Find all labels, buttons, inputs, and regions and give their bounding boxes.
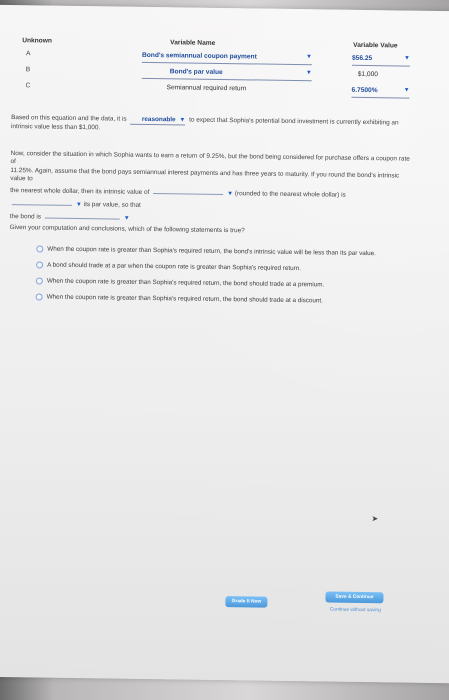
par-value-label: Bond's par value bbox=[169, 68, 223, 76]
assignment-page: Unknown Variable Name Variable Value A B… bbox=[0, 4, 449, 684]
conclusion-text-before: Based on this equation and the data, it … bbox=[11, 114, 127, 123]
comparison-dropdown[interactable] bbox=[11, 196, 73, 207]
coupon-payment-dropdown[interactable]: Bond's semiannual coupon payment ▼ bbox=[141, 51, 313, 66]
variable-row-c: C Semiannual required return 6.7500% ▼ bbox=[21, 82, 411, 99]
answer-option-text: When the coupon rate is greater than Sop… bbox=[47, 245, 376, 258]
row-letter: C bbox=[25, 82, 31, 90]
reasonable-dropdown[interactable]: reasonable ▼ bbox=[130, 115, 186, 126]
par-value-dropdown[interactable]: Bond's par value ▼ bbox=[141, 67, 312, 82]
reasonable-dropdown-value: reasonable bbox=[141, 115, 176, 124]
radio-button-icon[interactable] bbox=[35, 293, 43, 301]
chevron-down-icon: ▼ bbox=[404, 55, 411, 62]
save-and-continue-button[interactable]: Save & Continue bbox=[325, 591, 384, 604]
unknown-header: Unknown bbox=[22, 37, 52, 45]
required-return-dropdown[interactable]: 6.7500% ▼ bbox=[351, 86, 410, 99]
required-return-label: Semiannual required return bbox=[166, 84, 247, 93]
answer-options: When the coupon rate is greater than Sop… bbox=[35, 245, 407, 315]
photo-background: Unknown Variable Name Variable Value A B… bbox=[0, 0, 449, 700]
bond-status-dropdown[interactable] bbox=[44, 209, 120, 220]
variable-value-header: Variable Value bbox=[353, 41, 398, 50]
par-value-amount: $1,000 bbox=[357, 70, 378, 79]
chevron-down-icon: ▼ bbox=[403, 87, 410, 94]
radio-button-icon[interactable] bbox=[35, 277, 43, 285]
variable-name-header: Variable Name bbox=[170, 39, 216, 47]
coupon-payment-label: Bond's semiannual coupon payment bbox=[141, 51, 257, 61]
intrinsic-value-dropdown[interactable] bbox=[153, 185, 224, 196]
coupon-payment-value-dropdown[interactable]: $56.25 ▼ bbox=[351, 54, 411, 67]
bond-scenario-paragraph: Now, consider the situation in which Sop… bbox=[10, 150, 411, 227]
chevron-down-icon: ▼ bbox=[75, 202, 82, 209]
radio-button-icon[interactable] bbox=[36, 261, 44, 269]
conclusion-paragraph: Based on this equation and the data, it … bbox=[11, 114, 411, 137]
variable-row-b: B Bond's par value ▼ $1,000 bbox=[22, 66, 412, 82]
chevron-down-icon: ▼ bbox=[227, 191, 234, 198]
chevron-down-icon: ▼ bbox=[123, 215, 130, 222]
chevron-down-icon: ▼ bbox=[305, 70, 312, 77]
grade-it-now-button[interactable]: Grade It Now bbox=[225, 596, 268, 608]
row-letter: A bbox=[25, 50, 31, 58]
scenario-line-3c: its par value, so that bbox=[83, 201, 141, 209]
continue-without-saving-link[interactable]: Continue without saving bbox=[322, 607, 388, 614]
required-return-value: 6.7500% bbox=[351, 86, 378, 95]
scenario-line-3a: the nearest whole dollar, then its intri… bbox=[10, 187, 150, 197]
scenario-line-3b: (rounded to the nearest whole dollar) is bbox=[234, 190, 346, 200]
mouse-pointer-icon: ➤ bbox=[371, 514, 379, 524]
chevron-down-icon: ▼ bbox=[306, 54, 313, 61]
chevron-down-icon: ▼ bbox=[179, 117, 186, 124]
row-letter: B bbox=[25, 66, 31, 74]
coupon-payment-value: $56.25 bbox=[351, 54, 373, 63]
screen-glare bbox=[0, 4, 449, 684]
variable-row-a: A Bond's semiannual coupon payment ▼ $56… bbox=[22, 50, 412, 67]
scenario-line-4-text: the bond is bbox=[9, 212, 42, 221]
radio-button-icon[interactable] bbox=[36, 245, 44, 253]
